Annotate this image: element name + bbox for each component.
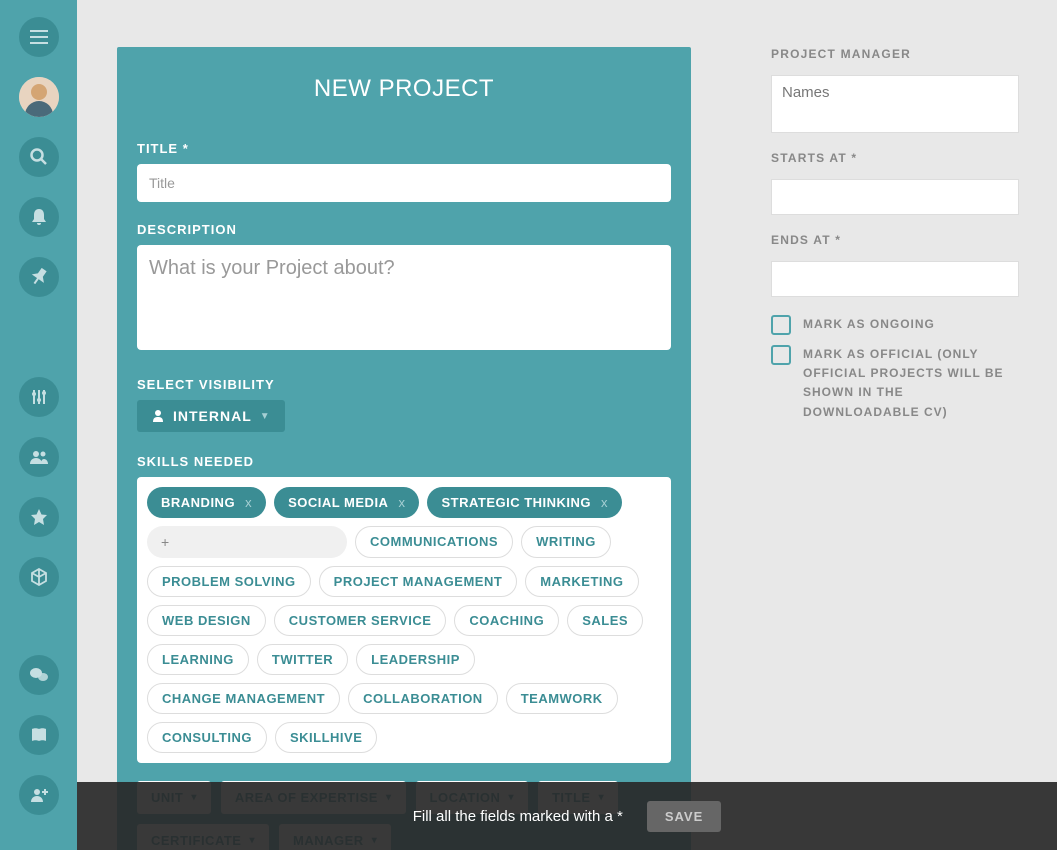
- title-input[interactable]: [137, 164, 671, 202]
- people-icon[interactable]: [19, 437, 59, 477]
- card-heading: NEW PROJECT: [137, 75, 671, 103]
- sliders-icon[interactable]: [19, 377, 59, 417]
- skill-tag-selected[interactable]: STRATEGIC THINKINGx: [427, 487, 622, 518]
- right-panel: PROJECT MANAGER Names STARTS AT * ENDS A…: [771, 47, 1019, 432]
- skills-label: SKILLS NEEDED: [137, 454, 671, 469]
- skill-tag-suggestion[interactable]: COACHING: [454, 605, 559, 636]
- starts-input[interactable]: [771, 179, 1019, 215]
- skill-tag-suggestion[interactable]: COMMUNICATIONS: [355, 526, 513, 558]
- visibility-value: INTERNAL: [173, 408, 252, 424]
- cube-icon[interactable]: [19, 557, 59, 597]
- manager-label: PROJECT MANAGER: [771, 47, 1019, 61]
- ends-label: ENDS AT *: [771, 233, 1019, 247]
- search-icon[interactable]: [19, 137, 59, 177]
- skill-tag-suggestion[interactable]: TEAMWORK: [506, 683, 618, 714]
- remove-icon[interactable]: x: [398, 495, 405, 510]
- skill-tag-suggestion[interactable]: LEADERSHIP: [356, 644, 475, 675]
- description-input[interactable]: [137, 245, 671, 350]
- ends-input[interactable]: [771, 261, 1019, 297]
- sidebar: [0, 0, 77, 850]
- person-icon: [151, 409, 165, 423]
- chevron-down-icon: ▼: [260, 411, 271, 422]
- skill-tag-suggestion[interactable]: CUSTOMER SERVICE: [274, 605, 447, 636]
- visibility-dropdown[interactable]: INTERNAL ▼: [137, 400, 285, 432]
- avatar[interactable]: [19, 77, 59, 117]
- pin-icon[interactable]: [19, 257, 59, 297]
- title-label: TITLE *: [137, 141, 671, 156]
- add-skill-input[interactable]: +: [147, 526, 347, 558]
- footer-message: Fill all the fields marked with a *: [413, 808, 623, 825]
- skill-tag-suggestion[interactable]: LEARNING: [147, 644, 249, 675]
- skill-tag-suggestion[interactable]: COLLABORATION: [348, 683, 498, 714]
- skill-tag-suggestion[interactable]: SALES: [567, 605, 643, 636]
- skill-tag-suggestion[interactable]: PROJECT MANAGEMENT: [319, 566, 518, 597]
- skills-box: BRANDINGx SOCIAL MEDIAx STRATEGIC THINKING…: [137, 477, 671, 763]
- skill-tag-selected[interactable]: BRANDINGx: [147, 487, 266, 518]
- skill-tag-suggestion[interactable]: TWITTER: [257, 644, 348, 675]
- skill-tag-suggestion[interactable]: MARKETING: [525, 566, 638, 597]
- remove-icon[interactable]: x: [601, 495, 608, 510]
- ongoing-row: MARK AS ONGOING: [771, 315, 1019, 335]
- ongoing-checkbox[interactable]: [771, 315, 791, 335]
- save-button[interactable]: SAVE: [647, 801, 721, 832]
- main-content: NEW PROJECT TITLE * DESCRIPTION SELECT V…: [77, 0, 1057, 850]
- ongoing-label: MARK AS ONGOING: [803, 315, 935, 334]
- skill-tag-suggestion[interactable]: WRITING: [521, 526, 611, 558]
- star-icon[interactable]: [19, 497, 59, 537]
- official-row: MARK AS OFFICIAL (ONLY OFFICIAL PROJECTS…: [771, 345, 1019, 422]
- visibility-label: SELECT VISIBILITY: [137, 377, 671, 392]
- menu-icon[interactable]: [19, 17, 59, 57]
- starts-label: STARTS AT *: [771, 151, 1019, 165]
- bell-icon[interactable]: [19, 197, 59, 237]
- remove-icon[interactable]: x: [245, 495, 252, 510]
- description-label: DESCRIPTION: [137, 222, 671, 237]
- new-project-card: NEW PROJECT TITLE * DESCRIPTION SELECT V…: [117, 47, 691, 850]
- skill-tag-suggestion[interactable]: WEB DESIGN: [147, 605, 266, 636]
- skill-tag-suggestion[interactable]: CONSULTING: [147, 722, 267, 753]
- bottom-bar: Fill all the fields marked with a * SAVE: [77, 782, 1057, 850]
- skill-tag-suggestion[interactable]: PROBLEM SOLVING: [147, 566, 311, 597]
- add-people-icon[interactable]: [19, 775, 59, 815]
- chat-icon[interactable]: [19, 655, 59, 695]
- official-checkbox[interactable]: [771, 345, 791, 365]
- skill-tag-suggestion[interactable]: CHANGE MANAGEMENT: [147, 683, 340, 714]
- official-label: MARK AS OFFICIAL (ONLY OFFICIAL PROJECTS…: [803, 345, 1019, 422]
- skill-tag-selected[interactable]: SOCIAL MEDIAx: [274, 487, 419, 518]
- book-icon[interactable]: [19, 715, 59, 755]
- skill-tag-suggestion[interactable]: SKILLHIVE: [275, 722, 377, 753]
- manager-input[interactable]: Names: [771, 75, 1019, 133]
